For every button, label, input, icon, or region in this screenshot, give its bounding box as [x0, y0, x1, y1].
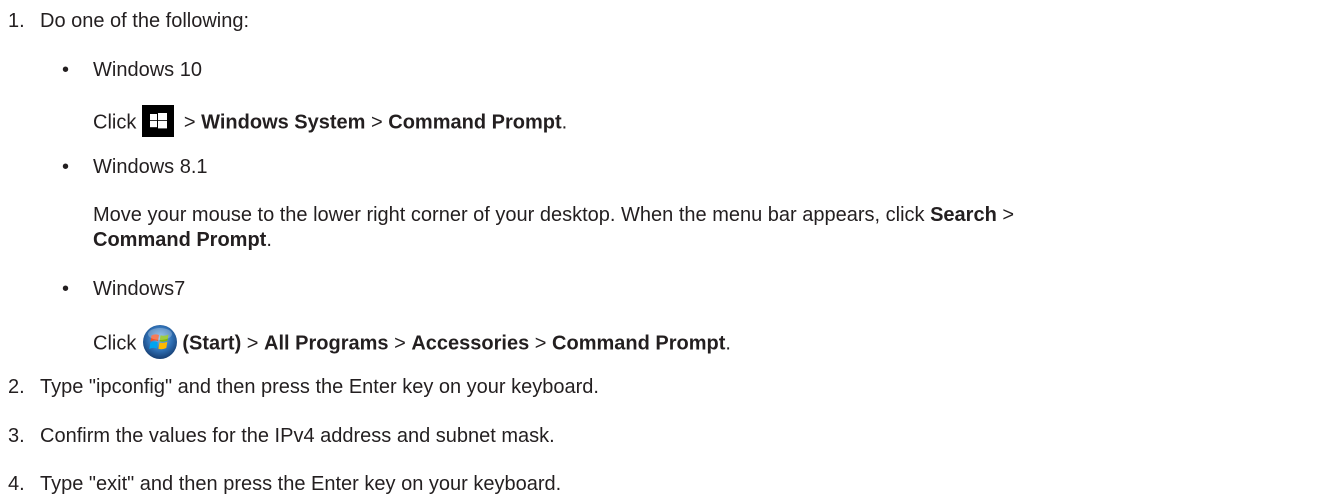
period: . [725, 332, 731, 355]
path-command-prompt: Command Prompt [93, 229, 267, 251]
separator: > [183, 111, 196, 134]
instruction-text: Click > Windows System > Command Prompt. [93, 105, 568, 139]
instruction-text: Click (Start) > All Programs > Accessori… [93, 324, 731, 362]
click-word: Click [93, 111, 137, 134]
start-label: (Start) [182, 332, 242, 355]
step-text: Type "ipconfig" and then press the Enter… [40, 376, 599, 398]
path-search: Search [930, 204, 997, 226]
step-number: 3. [8, 425, 25, 447]
separator: > [394, 332, 406, 355]
path-command-prompt: Command Prompt [388, 111, 562, 134]
separator: > [534, 332, 547, 355]
separator: > [371, 111, 383, 134]
step-text: Do one of the following: [40, 10, 250, 32]
os-label: Windows 8.1 [93, 156, 208, 178]
path-all-programs: All Programs [264, 332, 389, 355]
bullet: • [62, 156, 70, 178]
step-number: 1. [8, 10, 25, 32]
windows7-start-orb-icon [142, 324, 178, 360]
windows-logo-icon [142, 105, 175, 137]
instruction-body: Move your mouse to the lower right corne… [93, 204, 925, 226]
step-number: 4. [8, 473, 25, 495]
step-text: Confirm the values for the IPv4 address … [40, 425, 555, 447]
period: . [561, 111, 568, 134]
separator: > [246, 332, 259, 355]
separator: > [1002, 204, 1015, 226]
bullet: • [62, 278, 70, 300]
step-number: 2. [8, 376, 25, 398]
path-command-prompt: Command Prompt [552, 332, 726, 355]
step-text: Type "exit" and then press the Enter key… [40, 473, 562, 495]
path-windows-system: Windows System [201, 111, 366, 134]
instruction-text: Move your mouse to the lower right corne… [93, 203, 1014, 227]
click-word: Click [93, 332, 137, 355]
bullet: • [62, 59, 70, 81]
instruction-text: Command Prompt. [93, 228, 272, 252]
period: . [266, 229, 272, 251]
path-accessories: Accessories [411, 332, 530, 355]
os-label: Windows7 [93, 278, 186, 300]
os-label: Windows 10 [93, 59, 202, 81]
